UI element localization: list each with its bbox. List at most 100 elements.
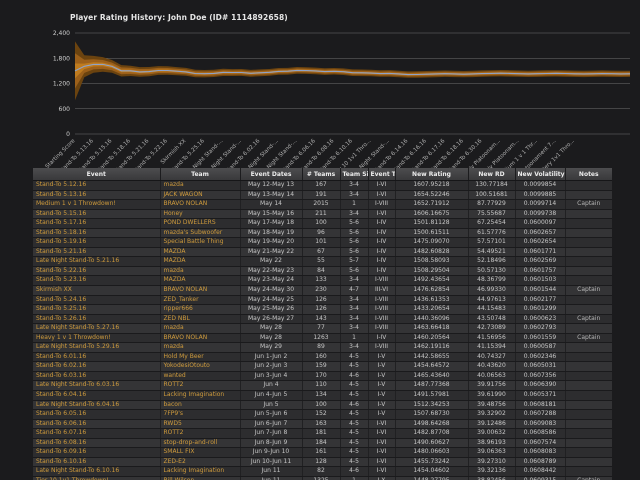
event-link[interactable]: Stand-To 5.22.16 bbox=[33, 266, 160, 276]
event-link[interactable]: Stand-To 6.01.16 bbox=[33, 352, 160, 362]
team-link[interactable]: ZED NBL bbox=[160, 314, 240, 324]
table-row[interactable]: Stand-To 5.21.16MAZDAMay 21-May 22675-6I… bbox=[33, 247, 612, 257]
event-link[interactable]: Late Night Stand-To 5.27.16 bbox=[33, 324, 160, 334]
team-link[interactable]: 7FP9's bbox=[160, 410, 240, 420]
column-header-new-rd[interactable]: New RD bbox=[468, 168, 515, 181]
table-row[interactable]: Stand-To 6.02.16YokodesiOtoutoJun 2-Jun … bbox=[33, 362, 612, 372]
column-header-event-dates[interactable]: Event Dates bbox=[240, 168, 302, 181]
table-row[interactable]: Tier 10 1v1 Throwdown!Bill WilsonJun 111… bbox=[33, 476, 612, 480]
column-header--teams[interactable]: # Teams bbox=[302, 168, 340, 181]
team-link[interactable]: stop-drop-and-roll bbox=[160, 438, 240, 448]
event-link[interactable]: Stand-To 6.08.16 bbox=[33, 438, 160, 448]
team-link[interactable]: ROTT2 bbox=[160, 381, 240, 391]
team-link[interactable]: POND DWELLERS bbox=[160, 219, 240, 229]
table-row[interactable]: Stand-To 5.22.16mazdaMay 22-May 23845-6I… bbox=[33, 266, 612, 276]
event-link[interactable]: Stand-To 6.02.16 bbox=[33, 362, 160, 372]
event-link[interactable]: Stand-To 6.07.16 bbox=[33, 429, 160, 439]
column-header-new-volatility[interactable]: New Volatility bbox=[515, 168, 565, 181]
team-link[interactable]: MAZDA bbox=[160, 247, 240, 257]
event-link[interactable]: Stand-To 6.10.16 bbox=[33, 457, 160, 467]
event-link[interactable]: Stand-To 6.05.16 bbox=[33, 410, 160, 420]
event-link[interactable]: Stand-To 5.19.16 bbox=[33, 238, 160, 248]
column-header-event-tier[interactable]: Event Tier bbox=[368, 168, 395, 181]
team-link[interactable]: bacon bbox=[160, 400, 240, 410]
team-link[interactable]: Honey bbox=[160, 209, 240, 219]
event-link[interactable]: Stand-To 6.04.16 bbox=[33, 391, 160, 401]
event-link[interactable]: Stand-To 5.23.16 bbox=[33, 276, 160, 286]
table-row[interactable]: Stand-To 5.15.16HoneyMay 15-May 162113-4… bbox=[33, 209, 612, 219]
event-link[interactable]: Stand-To 6.03.16 bbox=[33, 371, 160, 381]
event-link[interactable]: Tier 10 1v1 Throwdown! bbox=[33, 476, 160, 480]
table-row[interactable]: Stand-To 6.05.167FP9'sJun 5-Jun 61524-5I… bbox=[33, 410, 612, 420]
table-row[interactable]: Heavy 1 v 1 Throwdown!BRAVO NOLANMay 281… bbox=[33, 333, 612, 343]
team-link[interactable]: mazda bbox=[160, 324, 240, 334]
team-link[interactable]: RWD5 bbox=[160, 419, 240, 429]
event-link[interactable]: Stand-To 5.26.16 bbox=[33, 314, 160, 324]
table-row[interactable]: Stand-To 6.01.16Hold My BeerJun 1-Jun 21… bbox=[33, 352, 612, 362]
event-link[interactable]: Stand-To 6.09.16 bbox=[33, 448, 160, 458]
table-row[interactable]: Stand-To 5.24.16ZED_TankerMay 24-May 251… bbox=[33, 295, 612, 305]
table-row[interactable]: Stand-To 6.10.16ZED-E2Jun 10-Jun 111284-… bbox=[33, 457, 612, 467]
table-row[interactable]: Stand-To 5.26.16ZED NBLMay 26-May 271433… bbox=[33, 314, 612, 324]
table-row[interactable]: Stand-To 5.19.16Special Battle ThingMay … bbox=[33, 238, 612, 248]
team-link[interactable]: BRAVO NOLAN bbox=[160, 200, 240, 210]
team-link[interactable]: Lacking Imagination bbox=[160, 467, 240, 477]
table-row[interactable]: Late Night Stand-To 6.04.16baconJun 5100… bbox=[33, 400, 612, 410]
table-row[interactable]: Stand-To 5.25.16ripper666May 25-May 2612… bbox=[33, 305, 612, 315]
table-row[interactable]: Stand-To 5.17.16POND DWELLERSMay 17-May … bbox=[33, 219, 612, 229]
team-link[interactable]: Special Battle Thing bbox=[160, 238, 240, 248]
column-header-team[interactable]: Team bbox=[160, 168, 240, 181]
event-link[interactable]: Stand-To 5.25.16 bbox=[33, 305, 160, 315]
event-link[interactable]: Skirmish XX bbox=[33, 286, 160, 296]
table-row[interactable]: Stand-To 5.18.16mazda's SubwooferMay 18-… bbox=[33, 228, 612, 238]
team-link[interactable]: ripper666 bbox=[160, 305, 240, 315]
event-link[interactable]: Late Night Stand-To 5.21.16 bbox=[33, 257, 160, 267]
event-link[interactable]: Stand-To 5.18.16 bbox=[33, 228, 160, 238]
team-link[interactable]: wanted bbox=[160, 371, 240, 381]
team-link[interactable]: BRAVO NOLAN bbox=[160, 286, 240, 296]
event-link[interactable]: Medium 1 v 1 Throwdown! bbox=[33, 200, 160, 210]
event-link[interactable]: Heavy 1 v 1 Throwdown! bbox=[33, 333, 160, 343]
table-row[interactable]: Stand-To 5.13.16JACK WAGONMay 13-May 141… bbox=[33, 190, 612, 200]
table-row[interactable]: Stand-To 6.08.16stop-drop-and-rollJun 8-… bbox=[33, 438, 612, 448]
table-row[interactable]: Medium 1 v 1 Throwdown!BRAVO NOLANMay 14… bbox=[33, 200, 612, 210]
team-link[interactable]: Bill Wilson bbox=[160, 476, 240, 480]
team-link[interactable]: ROTT2 bbox=[160, 429, 240, 439]
column-header-team-size[interactable]: Team Size bbox=[340, 168, 368, 181]
table-row[interactable]: Stand-To 5.23.16MAZDAMay 23-May 241333-4… bbox=[33, 276, 612, 286]
event-link[interactable]: Stand-To 5.21.16 bbox=[33, 247, 160, 257]
team-link[interactable]: SMALL FIX bbox=[160, 448, 240, 458]
team-link[interactable]: mazda bbox=[160, 181, 240, 191]
event-link[interactable]: Stand-To 5.15.16 bbox=[33, 209, 160, 219]
event-link[interactable]: Stand-To 6.06.16 bbox=[33, 419, 160, 429]
table-row[interactable]: Stand-To 6.04.16Lacking ImaginationJun 4… bbox=[33, 391, 612, 401]
event-link[interactable]: Late Night Stand-To 6.04.16 bbox=[33, 400, 160, 410]
team-link[interactable]: Lacking Imagination bbox=[160, 391, 240, 401]
table-row[interactable]: Late Night Stand-To 5.21.16MAZDAMay 2255… bbox=[33, 257, 612, 267]
table-row[interactable]: Stand-To 6.09.16SMALL FIXJun 9-Jun 10161… bbox=[33, 448, 612, 458]
event-link[interactable]: Stand-To 5.17.16 bbox=[33, 219, 160, 229]
column-header-notes[interactable]: Notes bbox=[565, 168, 612, 181]
team-link[interactable]: JACK WAGON bbox=[160, 190, 240, 200]
team-link[interactable]: MAZDA bbox=[160, 276, 240, 286]
team-link[interactable]: ZED_Tanker bbox=[160, 295, 240, 305]
event-link[interactable]: Late Night Stand-To 5.29.16 bbox=[33, 343, 160, 353]
table-row[interactable]: Stand-To 6.03.16wantedJun 3-Jun 41704-6I… bbox=[33, 371, 612, 381]
team-link[interactable]: mazda bbox=[160, 266, 240, 276]
event-link[interactable]: Stand-To 5.12.16 bbox=[33, 181, 160, 191]
team-link[interactable]: mazda bbox=[160, 343, 240, 353]
event-link[interactable]: Late Night Stand-To 6.10.16 bbox=[33, 467, 160, 477]
table-row[interactable]: Skirmish XXBRAVO NOLANMay 24-May 302304-… bbox=[33, 286, 612, 296]
event-link[interactable]: Stand-To 5.13.16 bbox=[33, 190, 160, 200]
table-row[interactable]: Stand-To 5.12.16mazdaMay 12-May 131673-4… bbox=[33, 181, 612, 191]
team-link[interactable]: BRAVO NOLAN bbox=[160, 333, 240, 343]
event-link[interactable]: Late Night Stand-To 6.03.16 bbox=[33, 381, 160, 391]
table-row[interactable]: Stand-To 6.06.16RWD5Jun 6-Jun 71634-5I-V… bbox=[33, 419, 612, 429]
team-link[interactable]: MAZDA bbox=[160, 257, 240, 267]
team-link[interactable]: YokodesiOtouto bbox=[160, 362, 240, 372]
team-link[interactable]: Hold My Beer bbox=[160, 352, 240, 362]
table-row[interactable]: Late Night Stand-To 6.03.16ROTT2Jun 4110… bbox=[33, 381, 612, 391]
event-link[interactable]: Stand-To 5.24.16 bbox=[33, 295, 160, 305]
table-row[interactable]: Late Night Stand-To 6.10.16Lacking Imagi… bbox=[33, 467, 612, 477]
team-link[interactable]: ZED-E2 bbox=[160, 457, 240, 467]
